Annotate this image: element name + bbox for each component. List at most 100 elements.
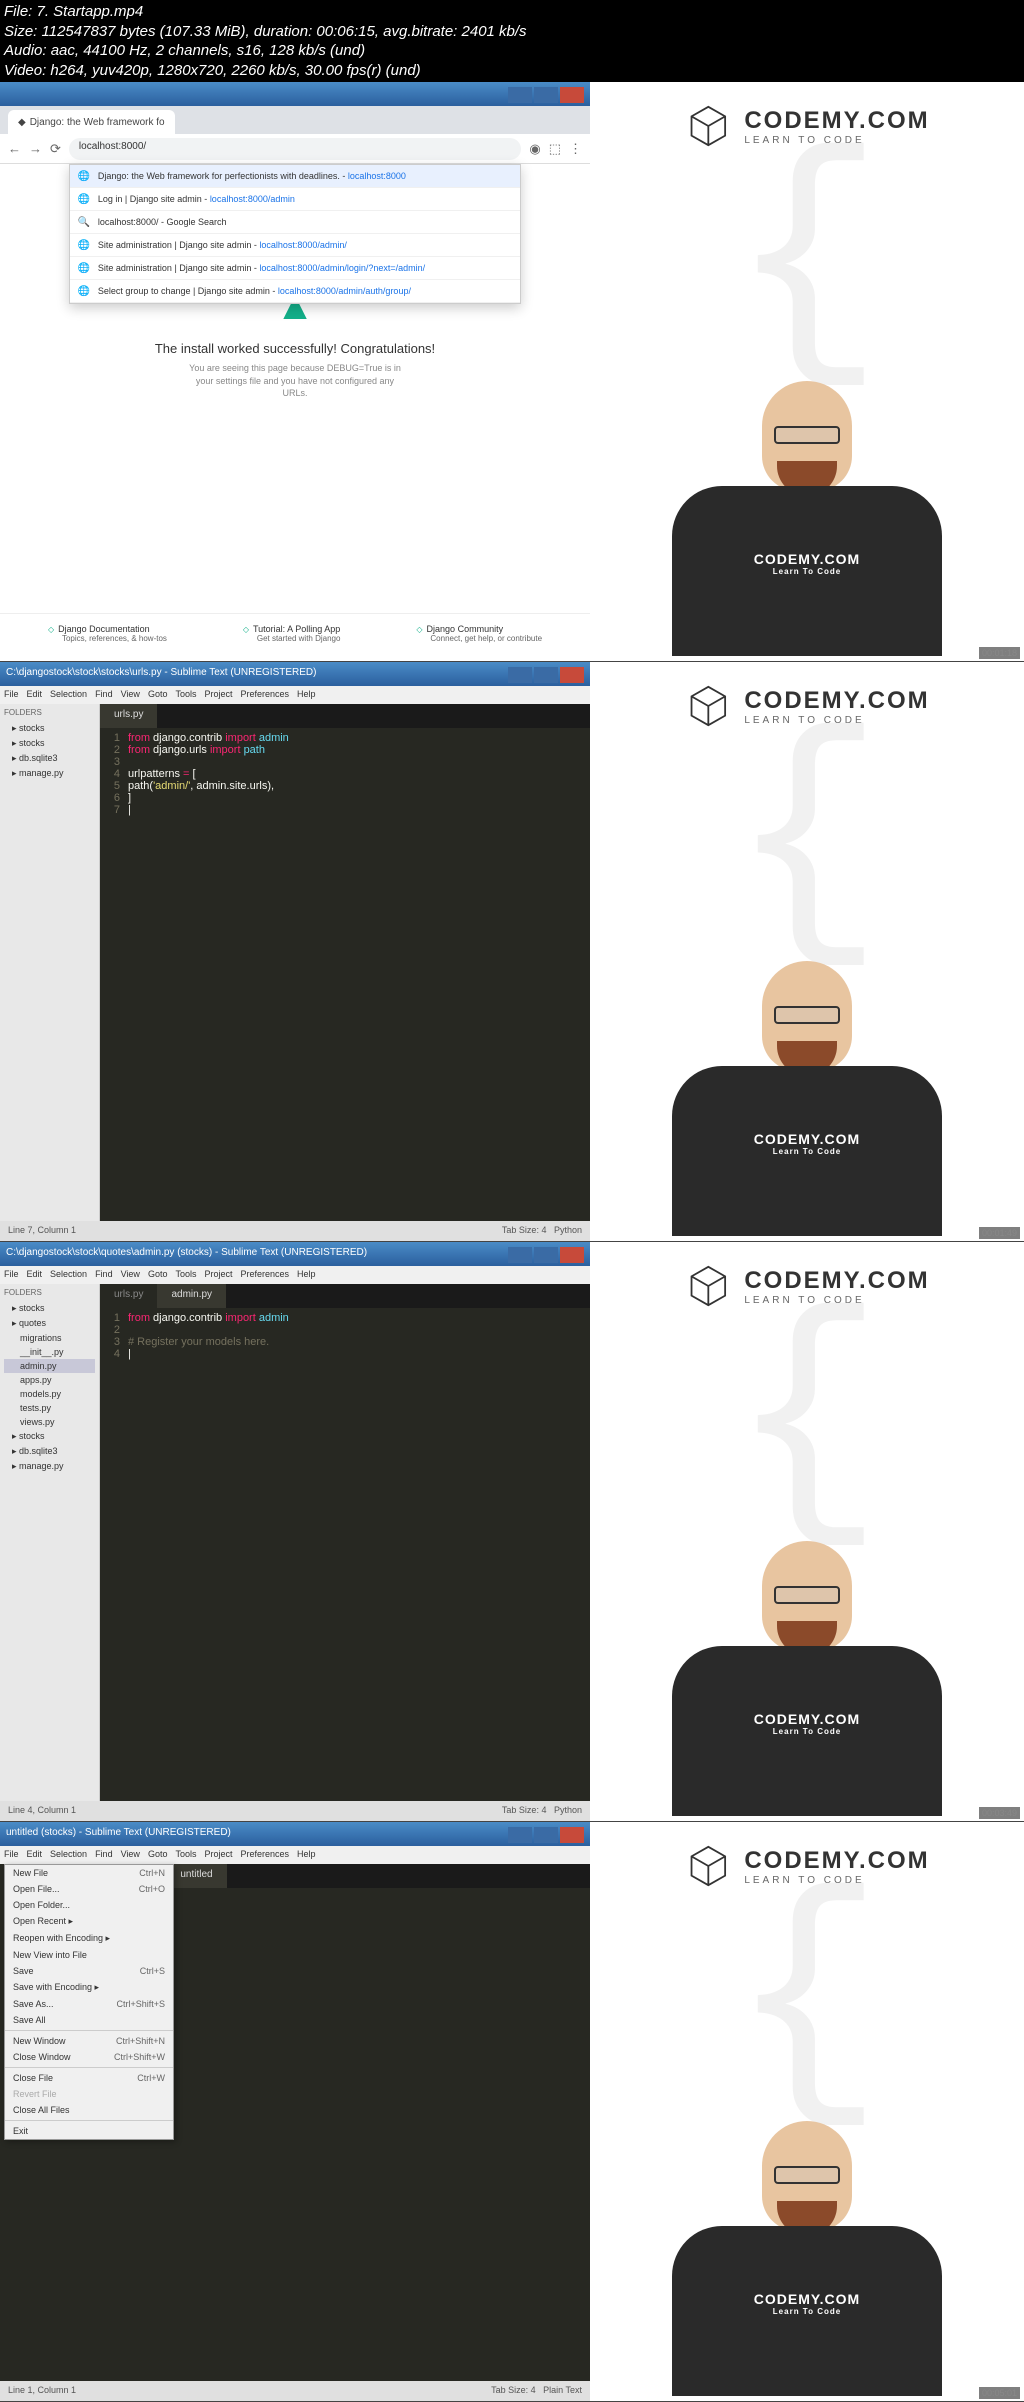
- maximize-button[interactable]: [534, 667, 558, 683]
- menubar[interactable]: File Edit Selection Find View Goto Tools Projec…: [0, 686, 590, 704]
- menu-item[interactable]: Help: [297, 689, 316, 699]
- maximize-button[interactable]: [534, 87, 558, 103]
- extension-icon[interactable]: ◉: [529, 141, 540, 157]
- sidebar-item[interactable]: ▸ db.sqlite3: [4, 751, 95, 766]
- sidebar-item[interactable]: ▸ db.sqlite3: [4, 1444, 95, 1459]
- menu-item[interactable]: Tools: [175, 1849, 196, 1859]
- file-menu-item[interactable]: Save All: [5, 2012, 173, 2028]
- menu-item[interactable]: Goto: [148, 689, 168, 699]
- menu-item[interactable]: View: [121, 1269, 140, 1279]
- address-suggestion[interactable]: 🔍localhost:8000/ - Google Search: [70, 211, 520, 234]
- menu-item[interactable]: Help: [297, 1849, 316, 1859]
- sidebar-item[interactable]: ▸ manage.py: [4, 766, 95, 781]
- menu-item[interactable]: Find: [95, 689, 113, 699]
- file-menu-item[interactable]: New FileCtrl+N: [5, 1865, 173, 1881]
- sidebar-item[interactable]: ▸ manage.py: [4, 1459, 95, 1474]
- file-menu-item[interactable]: Close FileCtrl+W: [5, 2070, 173, 2086]
- sublime-window: C:\djangostock\stock\stocks\urls.py - Su…: [0, 662, 590, 1241]
- file-menu-item[interactable]: Reopen with Encoding ▸: [5, 1930, 173, 1947]
- sidebar-item[interactable]: ▸ quotes: [4, 1316, 95, 1331]
- footer-link[interactable]: ◇Django DocumentationTopics, references,…: [48, 624, 167, 643]
- sidebar-item[interactable]: models.py: [4, 1387, 95, 1401]
- file-menu-item[interactable]: New View into File: [5, 1947, 173, 1963]
- file-menu-item[interactable]: Exit: [5, 2123, 173, 2139]
- menu-icon[interactable]: ⋮: [569, 141, 582, 157]
- address-suggestion[interactable]: 🌐Log in | Django site admin - localhost:…: [70, 188, 520, 211]
- file-menu-item[interactable]: Open Folder...: [5, 1897, 173, 1913]
- browser-tab[interactable]: ◆Django: the Web framework fo: [8, 110, 175, 134]
- file-menu-item[interactable]: Open Recent ▸: [5, 1913, 173, 1930]
- timestamp: 00:01:18: [979, 647, 1020, 659]
- menu-item[interactable]: Tools: [175, 1269, 196, 1279]
- file-menu-dropdown[interactable]: New FileCtrl+NOpen File...Ctrl+OOpen Fol…: [4, 1864, 174, 2140]
- menu-item[interactable]: Selection: [50, 689, 87, 699]
- sidebar-item[interactable]: ▸ stocks: [4, 1301, 95, 1316]
- address-suggestion[interactable]: 🌐Site administration | Django site admin…: [70, 234, 520, 257]
- code-editor[interactable]: 1from django.contrib import admin2from d…: [100, 728, 590, 820]
- file-menu-item[interactable]: Save As...Ctrl+Shift+S: [5, 1996, 173, 2012]
- editor-tab[interactable]: urls.py: [100, 1284, 157, 1308]
- minimize-button[interactable]: [508, 667, 532, 683]
- address-bar[interactable]: localhost:8000/ 🌐Django: the Web framewo…: [69, 138, 521, 160]
- file-menu-item[interactable]: New WindowCtrl+Shift+N: [5, 2033, 173, 2049]
- editor-tab[interactable]: urls.py: [100, 704, 157, 728]
- editor-tab[interactable]: admin.py: [157, 1284, 226, 1308]
- success-description: You are seeing this page because DEBUG=T…: [185, 362, 405, 400]
- menu-item[interactable]: Edit: [27, 1849, 43, 1859]
- menu-item[interactable]: File: [4, 689, 19, 699]
- file-menu-item[interactable]: Close WindowCtrl+Shift+W: [5, 2049, 173, 2065]
- sidebar-item[interactable]: apps.py: [4, 1373, 95, 1387]
- file-menu-item[interactable]: Close All Files: [5, 2102, 173, 2118]
- sidebar-item[interactable]: migrations: [4, 1331, 95, 1345]
- menu-item[interactable]: Edit: [27, 1269, 43, 1279]
- menu-item[interactable]: Project: [204, 1269, 232, 1279]
- sidebar-item[interactable]: admin.py: [4, 1359, 95, 1373]
- footer-link[interactable]: ◇Django CommunityConnect, get help, or c…: [416, 624, 542, 643]
- close-button[interactable]: [560, 667, 584, 683]
- footer-link[interactable]: ◇Tutorial: A Polling AppGet started with…: [243, 624, 341, 643]
- folder-sidebar[interactable]: FOLDERS ▸ stocks▸ stocks▸ db.sqlite3▸ ma…: [0, 704, 100, 1221]
- sidebar-item[interactable]: ▸ stocks: [4, 736, 95, 751]
- close-button[interactable]: [560, 87, 584, 103]
- minimize-button[interactable]: [508, 87, 532, 103]
- menu-item[interactable]: Find: [95, 1849, 113, 1859]
- menu-item[interactable]: Preferences: [240, 1269, 289, 1279]
- address-suggestion[interactable]: 🌐Django: the Web framework for perfectio…: [70, 165, 520, 188]
- address-suggestion[interactable]: 🌐Select group to change | Django site ad…: [70, 280, 520, 303]
- menu-item[interactable]: Preferences: [240, 689, 289, 699]
- menu-item[interactable]: Goto: [148, 1849, 168, 1859]
- forward-icon[interactable]: →: [29, 141, 42, 156]
- menu-item[interactable]: Help: [297, 1269, 316, 1279]
- file-menu-item[interactable]: Save with Encoding ▸: [5, 1979, 173, 1996]
- menu-item[interactable]: File: [4, 1269, 19, 1279]
- folder-sidebar[interactable]: FOLDERS▸ stocks▸ quotesmigrations__init_…: [0, 1284, 100, 1801]
- sublime-window: C:\djangostock\stock\quotes\admin.py (st…: [0, 1242, 590, 1821]
- file-menu-item[interactable]: Open File...Ctrl+O: [5, 1881, 173, 1897]
- menubar[interactable]: File Edit Selection Find View Goto Tools Projec…: [0, 1266, 590, 1284]
- menu-item[interactable]: Project: [204, 689, 232, 699]
- menu-item[interactable]: Find: [95, 1269, 113, 1279]
- file-menu-item[interactable]: SaveCtrl+S: [5, 1963, 173, 1979]
- menu-item[interactable]: Selection: [50, 1849, 87, 1859]
- menu-item[interactable]: Project: [204, 1849, 232, 1859]
- sidebar-item[interactable]: views.py: [4, 1415, 95, 1429]
- sidebar-item[interactable]: ▸ stocks: [4, 721, 95, 736]
- code-editor[interactable]: 1from django.contrib import admin23# Reg…: [100, 1308, 590, 1364]
- menubar[interactable]: File Edit Selection Find View Goto Tools Projec…: [0, 1846, 590, 1864]
- menu-item[interactable]: Selection: [50, 1269, 87, 1279]
- menu-item[interactable]: View: [121, 1849, 140, 1859]
- sidebar-item[interactable]: tests.py: [4, 1401, 95, 1415]
- reload-icon[interactable]: ⟳: [50, 141, 61, 157]
- sidebar-item[interactable]: __init__.py: [4, 1345, 95, 1359]
- cast-icon[interactable]: ⬚: [549, 141, 561, 157]
- menu-item[interactable]: Preferences: [240, 1849, 289, 1859]
- menu-item[interactable]: View: [121, 689, 140, 699]
- menu-item[interactable]: Goto: [148, 1269, 168, 1279]
- menu-item[interactable]: File: [4, 1849, 19, 1859]
- back-icon[interactable]: ←: [8, 141, 21, 156]
- sidebar-item[interactable]: ▸ stocks: [4, 1429, 95, 1444]
- menu-item[interactable]: Tools: [175, 689, 196, 699]
- address-suggestion[interactable]: 🌐Site administration | Django site admin…: [70, 257, 520, 280]
- menu-item[interactable]: Edit: [27, 689, 43, 699]
- editor-tab[interactable]: untitled: [166, 1864, 226, 1888]
